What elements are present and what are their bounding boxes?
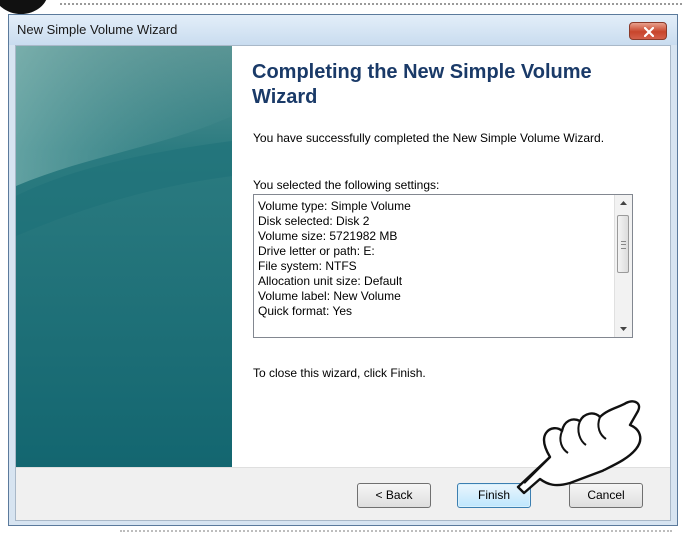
settings-line-volume-type: Volume type: Simple Volume bbox=[258, 199, 411, 213]
settings-line-quick-format: Quick format: Yes bbox=[258, 304, 353, 318]
settings-label: You selected the following settings: bbox=[253, 178, 440, 192]
close-instruction: To close this wizard, click Finish. bbox=[253, 366, 426, 380]
scroll-down-arrow-icon bbox=[620, 327, 627, 331]
settings-line-volume-label: Volume label: New Volume bbox=[258, 289, 401, 303]
top-dotted-divider bbox=[60, 3, 682, 5]
scroll-down-button[interactable] bbox=[615, 320, 632, 337]
settings-line-drive-letter: Drive letter or path: E: bbox=[258, 244, 375, 258]
success-message: You have successfully completed the New … bbox=[253, 131, 605, 145]
scroll-grip-icon bbox=[621, 241, 626, 249]
settings-summary-box[interactable]: Volume type: Simple Volume Disk selected… bbox=[253, 194, 633, 338]
scroll-up-button[interactable] bbox=[615, 195, 632, 212]
hand-pointer-icon bbox=[516, 400, 642, 495]
wizard-side-banner bbox=[16, 46, 232, 467]
settings-line-file-system: File system: NTFS bbox=[258, 259, 357, 273]
scroll-thumb[interactable] bbox=[617, 215, 629, 273]
scroll-up-arrow-icon bbox=[620, 201, 627, 205]
close-button[interactable] bbox=[629, 22, 667, 40]
bottom-dotted-divider bbox=[120, 530, 672, 532]
settings-list: Volume type: Simple Volume Disk selected… bbox=[258, 199, 603, 319]
page-title: Completing the New Simple Volume Wizard bbox=[252, 61, 592, 108]
back-button[interactable]: < Back bbox=[357, 483, 431, 508]
settings-line-disk: Disk selected: Disk 2 bbox=[258, 214, 370, 228]
window-title: New Simple Volume Wizard bbox=[17, 22, 178, 37]
step-number-badge bbox=[0, 0, 48, 14]
close-icon bbox=[644, 27, 654, 37]
title-bar[interactable]: New Simple Volume Wizard bbox=[9, 15, 677, 45]
settings-line-volume-size: Volume size: 5721982 MB bbox=[258, 229, 398, 243]
settings-line-allocation-unit: Allocation unit size: Default bbox=[258, 274, 403, 288]
settings-scrollbar[interactable] bbox=[614, 195, 632, 337]
side-banner-graphic bbox=[16, 46, 232, 467]
